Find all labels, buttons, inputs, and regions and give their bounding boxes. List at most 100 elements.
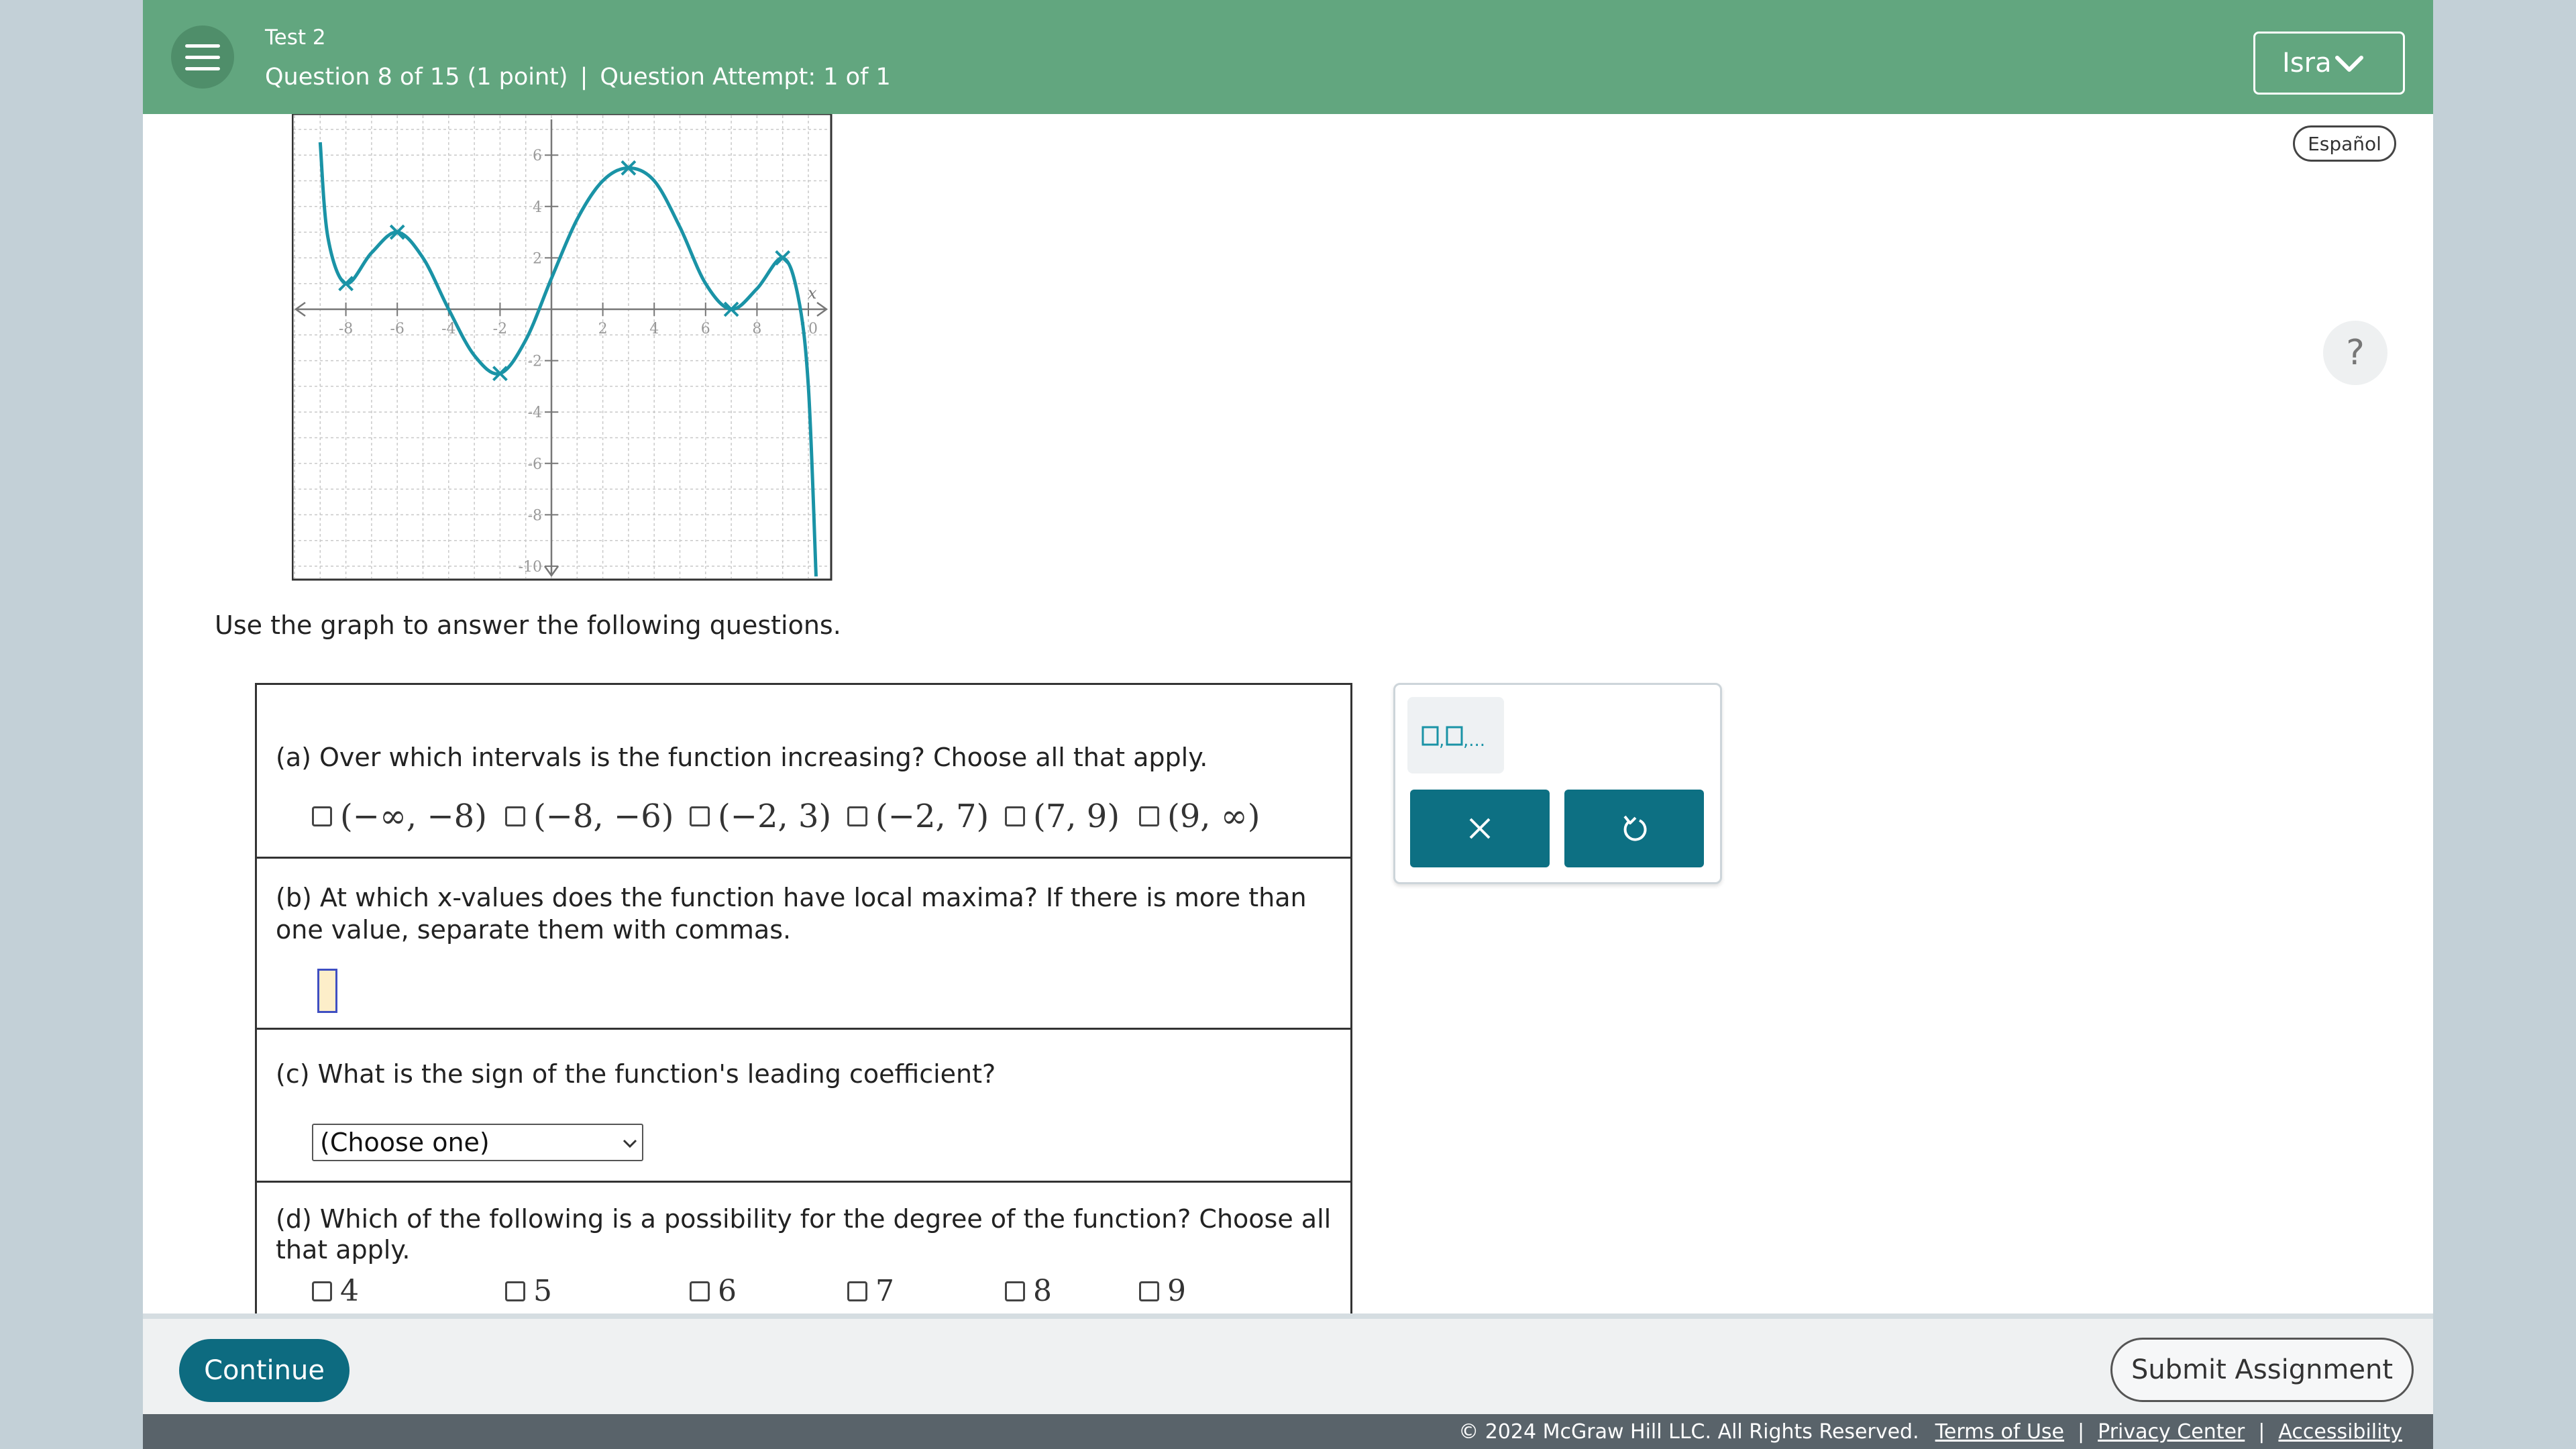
option-a-6[interactable]: (9, ∞) <box>1139 798 1260 835</box>
test-name: Test 2 <box>265 25 326 50</box>
accessibility-link[interactable]: Accessibility <box>2278 1420 2402 1444</box>
option-label: 5 <box>533 1274 552 1308</box>
part-d-question-line-2: that apply. <box>276 1235 411 1265</box>
privacy-center-link[interactable]: Privacy Center <box>2098 1420 2245 1444</box>
checkbox[interactable] <box>312 806 332 826</box>
continue-button[interactable]: Continue <box>179 1339 350 1402</box>
option-a-4[interactable]: (−2, 7) <box>847 798 989 835</box>
link-separator: | <box>2258 1419 2265 1444</box>
x-tick-label: -4 <box>441 321 455 337</box>
x-tick-label: 6 <box>701 321 710 337</box>
part-c-question: (c) What is the sign of the function's l… <box>276 1059 996 1089</box>
question-table: (a) Over which intervals is the function… <box>255 683 1352 1313</box>
header-separator: | <box>580 64 588 91</box>
part-c: (c) What is the sign of the function's l… <box>257 1030 1350 1183</box>
option-a-1[interactable]: (−∞, −8) <box>312 798 487 835</box>
option-label: (−2, 7) <box>875 798 989 835</box>
checkbox[interactable] <box>1005 806 1025 826</box>
checkbox[interactable] <box>505 1281 525 1301</box>
option-a-3[interactable]: (−2, 3) <box>690 798 831 835</box>
question-position: Question 8 of 15 (1 point) <box>265 64 568 91</box>
list-template-icon: , ,... <box>1421 726 1485 749</box>
checkbox[interactable] <box>690 1281 710 1301</box>
submit-assignment-button[interactable]: Submit Assignment <box>2110 1338 2414 1402</box>
chevron-down-icon <box>623 1139 637 1148</box>
part-b-question-line-1: (b) At which x-values does the function … <box>276 883 1307 912</box>
copyright-text: © 2024 McGraw Hill LLC. All Rights Reser… <box>1458 1419 1919 1444</box>
question-info: Question 8 of 15 (1 point) | Question Atte… <box>265 64 891 91</box>
x-tick-label: -8 <box>339 321 353 337</box>
undo-icon <box>1623 815 1647 841</box>
x-tick-label: -2 <box>493 321 507 337</box>
checkbox[interactable] <box>847 1281 867 1301</box>
graph-axes: x <box>294 119 828 578</box>
checkbox[interactable] <box>1139 806 1159 826</box>
y-tick-label: -8 <box>528 507 542 524</box>
option-label: 8 <box>1033 1274 1052 1308</box>
option-label: (−2, 3) <box>718 798 832 835</box>
option-label: (7, 9) <box>1033 798 1120 835</box>
part-a: (a) Over which intervals is the function… <box>257 685 1350 859</box>
y-tick-label: -2 <box>528 354 542 370</box>
undo-button[interactable] <box>1564 790 1704 867</box>
y-tick-label: -4 <box>528 405 542 421</box>
option-a-2[interactable]: (−8, −6) <box>505 798 674 835</box>
question-attempt: Question Attempt: 1 of 1 <box>600 64 891 91</box>
instructions-text: Use the graph to answer the following qu… <box>215 610 841 640</box>
option-label: 9 <box>1167 1274 1186 1308</box>
checkbox[interactable] <box>847 806 867 826</box>
y-tick-label: 6 <box>533 148 542 164</box>
clear-button[interactable] <box>1410 790 1550 867</box>
x-tick-label: 2 <box>598 321 608 337</box>
function-curve <box>318 142 818 577</box>
x-axis-label: x <box>808 284 817 303</box>
option-d-3[interactable]: 6 <box>690 1274 737 1308</box>
user-menu-button[interactable]: Isra <box>2253 32 2405 95</box>
option-label: 6 <box>718 1274 737 1308</box>
option-label: (−∞, −8) <box>340 798 487 835</box>
list-template-button[interactable]: , ,... <box>1407 697 1504 773</box>
menu-icon-line <box>185 55 220 59</box>
user-name: Isra <box>2282 48 2332 78</box>
checkbox[interactable] <box>505 806 525 826</box>
checkbox[interactable] <box>312 1281 332 1301</box>
x-tick-label: 8 <box>752 321 761 337</box>
part-a-question: (a) Over which intervals is the function… <box>276 743 1208 772</box>
select-value: (Choose one) <box>320 1128 490 1157</box>
close-icon <box>1469 818 1491 839</box>
function-graph: x -8 -6 -4 -2 2 4 6 8 10642-2-4-6-8-10 <box>292 114 833 581</box>
checkbox[interactable] <box>1139 1281 1159 1301</box>
option-d-4[interactable]: 7 <box>847 1274 894 1308</box>
menu-icon-line <box>185 66 220 70</box>
math-palette: , ,... <box>1393 683 1722 884</box>
help-button[interactable]: ? <box>2323 321 2387 385</box>
terms-of-use-link[interactable]: Terms of Use <box>1935 1420 2064 1444</box>
leading-coefficient-select[interactable]: (Choose one) <box>312 1124 643 1161</box>
app-window: Test 2 Question 8 of 15 (1 point) | Questi… <box>143 0 2433 1449</box>
checkbox[interactable] <box>1005 1281 1025 1301</box>
language-button[interactable]: Español <box>2293 125 2396 162</box>
part-b: (b) At which x-values does the function … <box>257 859 1350 1030</box>
chevron-down-icon <box>2335 56 2363 72</box>
menu-button[interactable] <box>171 25 234 89</box>
legal-bar: © 2024 McGraw Hill LLC. All Rights Reser… <box>143 1414 2433 1449</box>
graph-points <box>338 160 791 382</box>
option-label: (9, ∞) <box>1167 798 1260 835</box>
x-tick-label: -6 <box>390 321 404 337</box>
graph-frame <box>292 114 833 581</box>
option-label: 4 <box>340 1274 359 1308</box>
y-tick-label: 2 <box>533 250 542 267</box>
option-d-5[interactable]: 8 <box>1005 1274 1052 1308</box>
option-d-6[interactable]: 9 <box>1139 1274 1186 1308</box>
option-label: 7 <box>875 1274 894 1308</box>
y-tick-label: -10 <box>519 559 542 576</box>
local-maxima-input[interactable] <box>317 969 337 1013</box>
y-tick-label: -6 <box>528 456 542 473</box>
checkbox[interactable] <box>690 806 710 826</box>
option-a-5[interactable]: (7, 9) <box>1005 798 1120 835</box>
footer-bar: Continue Submit Assignment <box>143 1313 2433 1414</box>
option-d-2[interactable]: 5 <box>505 1274 552 1308</box>
option-d-1[interactable]: 4 <box>312 1274 359 1308</box>
x-tick-label: 4 <box>649 321 659 337</box>
link-separator: | <box>2078 1419 2085 1444</box>
